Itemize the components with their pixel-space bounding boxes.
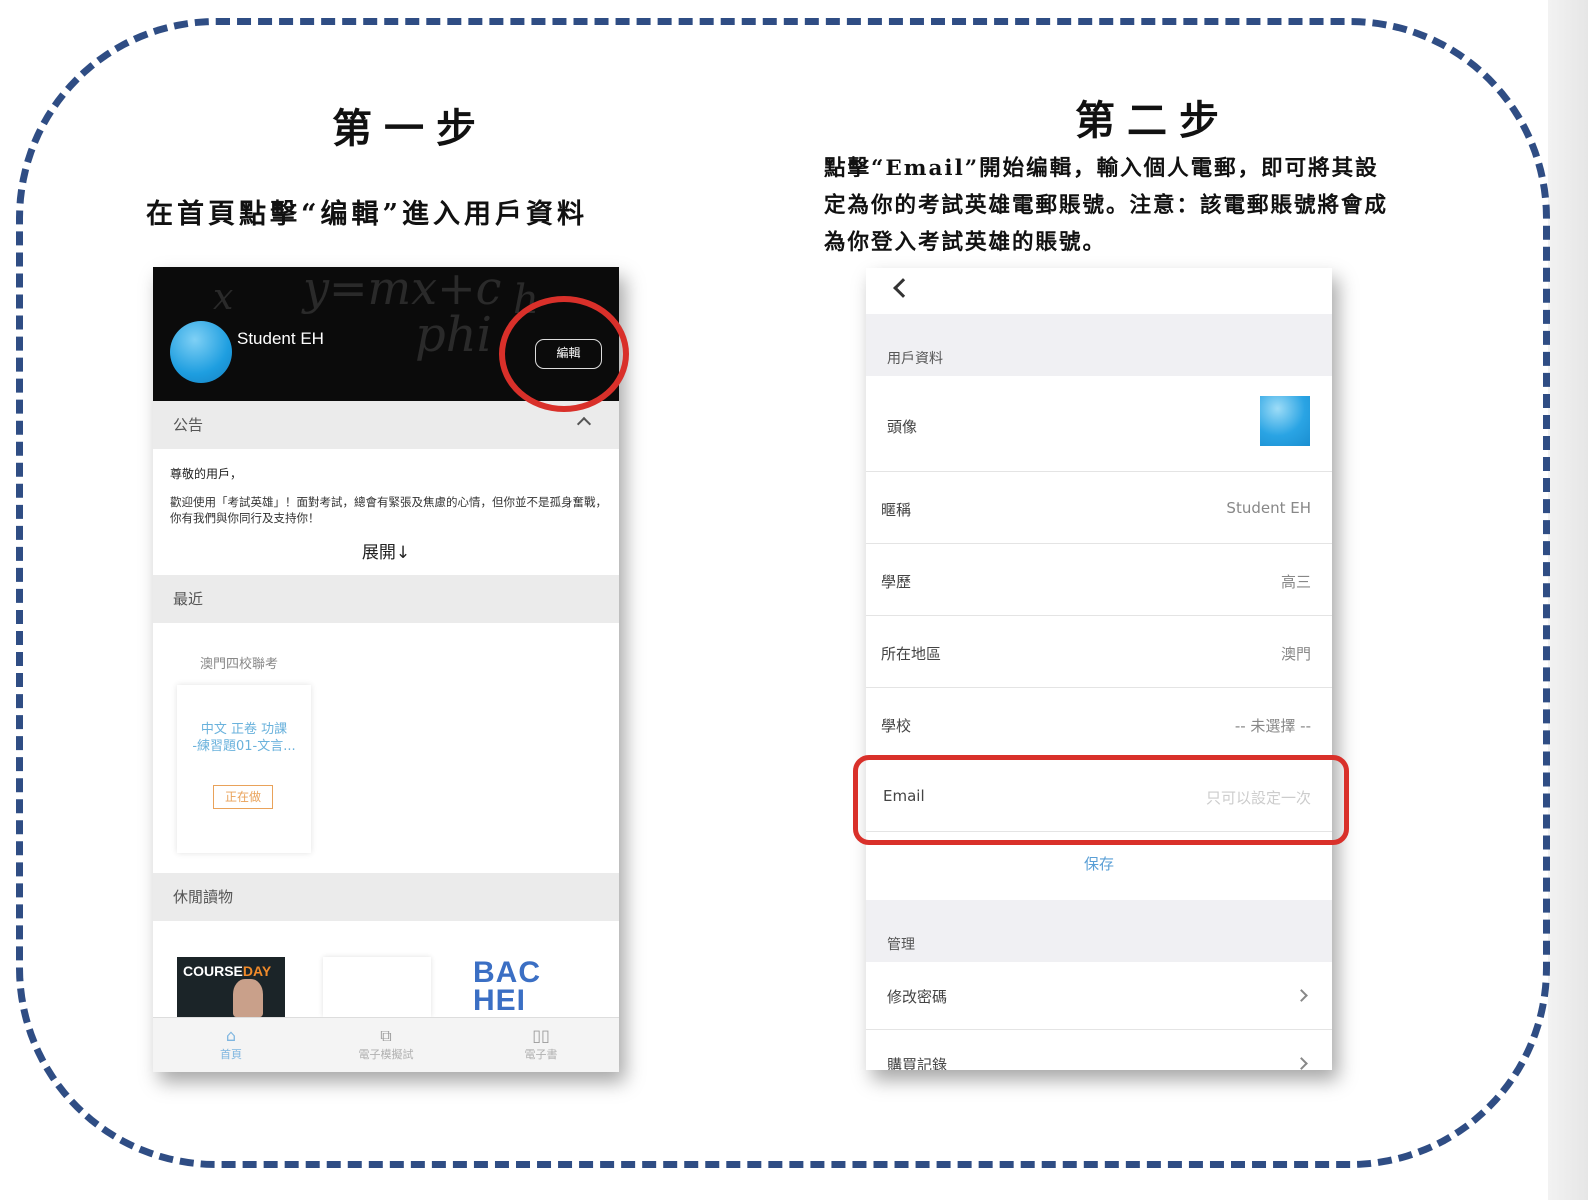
step1-instruction: 在首頁點擊“编輯”進入用戶資料	[146, 199, 589, 230]
avatar-thumbnail	[1260, 396, 1310, 446]
step2-instruction-line-2: 定為你的考試英雄電郵賬號。注意：該電郵賬號將會成	[824, 193, 1389, 218]
highlight-circle	[499, 296, 629, 412]
row-nickname[interactable]: 暱稱 Student EH	[866, 472, 1332, 544]
row-region[interactable]: 所在地區 澳門	[866, 616, 1332, 688]
tab-mock-exam-label: 電子模擬試	[358, 1048, 414, 1061]
book-cover-line-2: HEI	[473, 984, 527, 1017]
row-education[interactable]: 學歷 高三	[866, 544, 1332, 616]
save-button[interactable]: 保存	[866, 853, 1332, 874]
profile-screen: 用戶資料 頭像 暱稱 Student EH 學歷 高三 所在地區 澳門 學校 -…	[866, 268, 1332, 1070]
step2-instruction-line-1: 點擊“Email”開始编輯，輸入個人電郵，即可將其設	[824, 156, 1379, 181]
tab-ebook-label: 電子書	[524, 1048, 558, 1061]
nav-bar	[866, 268, 1332, 314]
row-label: 修改密碼	[887, 988, 948, 1006]
announcement-body: 歡迎使用「考試英雄」！面對考試，總會有緊張及焦慮的心情，但你並不是孤身奮戰，你有…	[170, 495, 607, 525]
exam-card-title: 中文 正卷 功課 -練習題01-文言...	[192, 722, 296, 754]
step2-instruction: 點擊“Email”開始编輯，輸入個人電郵，即可將其設 定為你的考試英雄電郵賬號。…	[824, 150, 1388, 261]
bottom-tab-bar: ⌂ 首頁 ⧉ 電子模擬試 ▯▯ 電子書	[153, 1017, 619, 1072]
leisure-title: 休閒讀物	[173, 888, 234, 906]
profile-section-title: 用戶資料	[887, 351, 943, 367]
avatar[interactable]	[170, 321, 232, 383]
row-label: 頭像	[887, 418, 918, 436]
highlight-rectangle	[853, 755, 1349, 845]
row-value: Student EH	[1226, 499, 1311, 517]
step1-heading: 第一步	[332, 105, 488, 152]
book-cover-bac[interactable]: BAC HEI	[471, 957, 579, 1017]
chevron-right-icon	[1295, 989, 1308, 1002]
profile-section-header: 用戶資料	[866, 314, 1332, 376]
row-school[interactable]: 學校 -- 未選擇 --	[866, 688, 1332, 760]
row-change-password[interactable]: 修改密碼	[866, 962, 1332, 1030]
exam-icon: ⧉	[380, 1026, 392, 1045]
page-edge-strip	[1548, 0, 1588, 1200]
row-label: 購買記錄	[887, 1056, 948, 1070]
row-value: -- 未選擇 --	[1234, 717, 1311, 735]
row-label: 所在地區	[881, 645, 942, 663]
step2-instruction-line-3: 為你登入考試英雄的賬號。	[824, 230, 1107, 255]
book-icon: ▯▯	[532, 1026, 550, 1045]
book-brand: COURSEDAY	[183, 963, 271, 979]
book-cover-line-1: BAC	[473, 957, 541, 989]
cover-portrait	[233, 979, 263, 1017]
back-chevron-icon[interactable]	[893, 278, 913, 298]
row-label: 學歷	[881, 573, 912, 591]
username: Student EH	[237, 329, 324, 348]
tab-mock-exam[interactable]: ⧉ 電子模擬試	[326, 1026, 446, 1062]
exam-name: 澳門四校聯考	[200, 657, 279, 672]
recent-header: 最近	[153, 575, 619, 623]
recent-title: 最近	[173, 590, 204, 608]
chevron-right-icon	[1295, 1057, 1308, 1070]
manage-section-header: 管理	[866, 900, 1332, 962]
row-value: 高三	[1280, 573, 1311, 591]
home-icon: ⌂	[225, 1026, 237, 1045]
step2-heading: 第二步	[1075, 97, 1231, 144]
status-badge[interactable]: 正在做	[213, 785, 273, 809]
tab-home-label: 首頁	[220, 1048, 242, 1061]
row-label: 學校	[881, 717, 912, 735]
book-brand-accent: DAY	[242, 963, 272, 979]
tab-ebook[interactable]: ▯▯ 電子書	[481, 1026, 601, 1062]
chalk-symbol: x	[213, 277, 234, 318]
row-avatar[interactable]: 頭像	[866, 376, 1332, 472]
book-cover-text: BAC HEI	[473, 957, 541, 1017]
row-value: 澳門	[1280, 645, 1311, 663]
chevron-up-icon[interactable]	[576, 416, 592, 432]
announcement-greeting: 尊敬的用戶，	[170, 467, 243, 481]
leisure-header: 休閒讀物	[153, 873, 619, 921]
tab-home[interactable]: ⌂ 首頁	[171, 1026, 291, 1062]
expand-button[interactable]: 展開↓	[153, 538, 619, 563]
exam-card[interactable]: 中文 正卷 功課 -練習題01-文言... 正在做	[177, 685, 311, 853]
manage-section-title: 管理	[887, 937, 915, 953]
row-purchase-history[interactable]: 購買記錄	[866, 1030, 1332, 1070]
chalk-word: phi	[415, 307, 492, 363]
book-brand-prefix: COURSE	[183, 963, 243, 979]
announcement-title: 公告	[173, 416, 204, 434]
book-cover-courseday[interactable]: COURSEDAY	[177, 957, 285, 1017]
book-cover-blank[interactable]	[323, 957, 431, 1017]
row-label: 暱稱	[881, 501, 912, 519]
